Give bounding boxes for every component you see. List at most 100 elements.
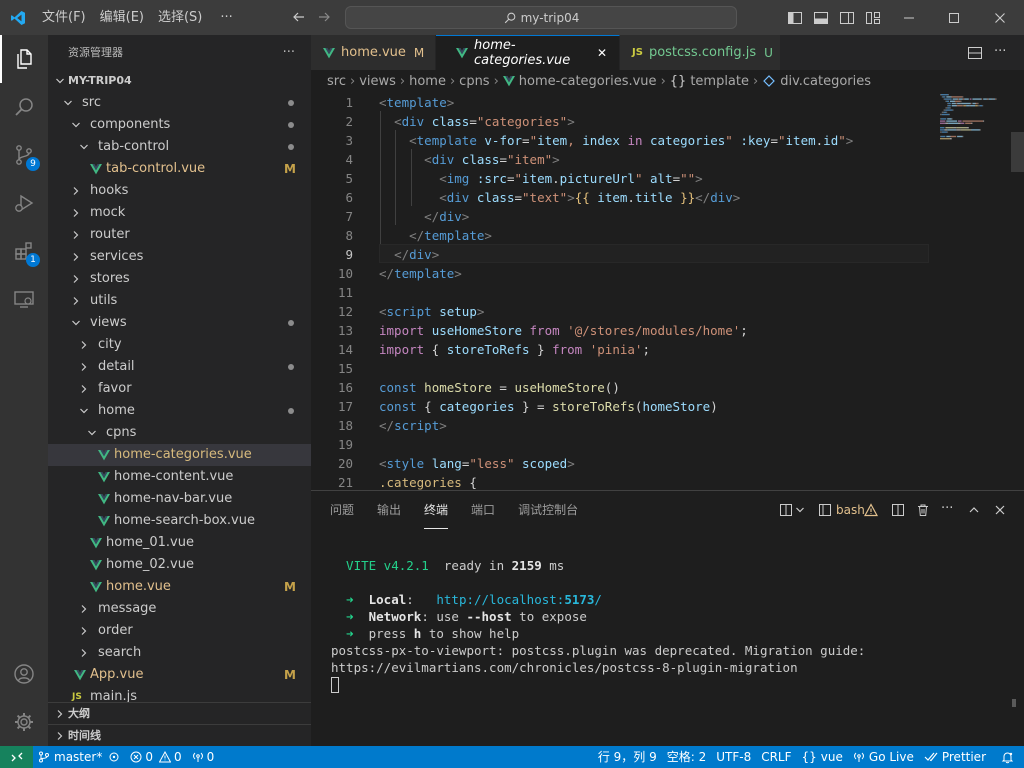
tab-home-categories-vue[interactable]: home-categories.vue ✕ <box>436 35 620 70</box>
cursor-position[interactable]: 行 9，列 9 <box>593 746 662 768</box>
tree-file[interactable]: home_02.vue <box>48 554 311 576</box>
trash-icon[interactable] <box>916 503 930 517</box>
maximize-panel-icon[interactable] <box>968 504 980 516</box>
tree-file[interactable]: home-search-box.vue <box>48 510 311 532</box>
breadcrumb-item[interactable]: views <box>359 74 396 89</box>
close-icon[interactable]: ✕ <box>597 46 607 60</box>
problems-indicator[interactable]: 0 0 <box>125 746 186 768</box>
tab-ports[interactable]: 端口 <box>471 491 495 529</box>
toggle-secondary-sidebar-icon[interactable] <box>839 10 855 26</box>
breadcrumb-item[interactable]: cpns <box>459 74 489 89</box>
minimap[interactable] <box>936 92 1016 222</box>
tree-folder[interactable]: tab-control <box>48 136 311 158</box>
new-terminal-layout-icon[interactable] <box>779 503 793 517</box>
tree-folder[interactable]: hooks <box>48 180 311 202</box>
breadcrumb-item[interactable]: src <box>327 74 346 89</box>
menu-file[interactable]: 文件(F) <box>35 0 93 35</box>
split-editor-icon[interactable] <box>967 45 983 61</box>
minimap-token <box>951 102 956 105</box>
panel-more-button[interactable]: ··· <box>941 501 953 516</box>
menu-selection[interactable]: 选择(S) <box>151 0 209 35</box>
tree-file[interactable]: home-nav-bar.vue <box>48 488 311 510</box>
back-arrow-icon[interactable] <box>291 9 307 25</box>
notifications-button[interactable] <box>991 746 1024 768</box>
tree-folder[interactable]: utils <box>48 290 311 312</box>
tab-home-vue[interactable]: home.vue M <box>311 35 436 70</box>
forward-arrow-icon[interactable] <box>316 9 332 25</box>
outline-section[interactable]: 大纲 <box>48 702 311 724</box>
tree-folder[interactable]: router <box>48 224 311 246</box>
tree-folder[interactable]: detail <box>48 356 311 378</box>
tree-folder[interactable]: message <box>48 598 311 620</box>
remote-explorer-button[interactable] <box>0 275 48 323</box>
tree-folder[interactable]: cpns <box>48 422 311 444</box>
close-panel-icon[interactable] <box>994 504 1006 516</box>
minimize-icon[interactable] <box>901 10 917 26</box>
command-center-search[interactable]: my-trip04 <box>345 6 737 29</box>
tab-debug-console[interactable]: 调试控制台 <box>518 491 578 529</box>
toggle-panel-icon[interactable] <box>813 10 829 26</box>
tree-folder[interactable]: services <box>48 246 311 268</box>
close-window-icon[interactable] <box>992 10 1008 26</box>
terminal-shell-name[interactable]: bash <box>836 503 865 517</box>
tree-folder[interactable]: stores <box>48 268 311 290</box>
menu-more[interactable]: ··· <box>213 0 239 35</box>
breadcrumb-item[interactable]: div.categories <box>780 74 871 89</box>
tree-folder[interactable]: order <box>48 620 311 642</box>
branch-indicator[interactable]: master* <box>33 746 125 768</box>
tree-folder[interactable]: components <box>48 114 311 136</box>
manage-button[interactable] <box>0 698 48 746</box>
source-control-button[interactable]: 9 <box>0 131 48 179</box>
search-view-button[interactable] <box>0 83 48 131</box>
ports-indicator[interactable]: 0 <box>187 746 220 768</box>
explorer-button[interactable] <box>0 35 48 83</box>
tree-folder[interactable]: views <box>48 312 311 334</box>
tree-file[interactable]: home_01.vue <box>48 532 311 554</box>
editor-scrollbar[interactable] <box>1011 132 1024 172</box>
breadcrumb-item[interactable]: template <box>690 74 749 89</box>
run-debug-button[interactable] <box>0 179 48 227</box>
tree-folder[interactable]: search <box>48 642 311 664</box>
breadcrumb-item[interactable]: home <box>409 74 446 89</box>
tree-folder[interactable]: favor <box>48 378 311 400</box>
language-mode[interactable]: {} vue <box>797 746 848 768</box>
tree-file[interactable]: home.vue M <box>48 576 311 598</box>
menu-edit[interactable]: 编辑(E) <box>93 0 151 35</box>
chevron-down-icon[interactable] <box>795 505 805 515</box>
accounts-button[interactable] <box>0 650 48 698</box>
tab-terminal[interactable]: 终端 <box>424 491 449 529</box>
encoding[interactable]: UTF-8 <box>711 746 756 768</box>
extensions-button[interactable]: 1 <box>0 227 48 275</box>
customize-layout-icon[interactable] <box>865 10 881 26</box>
tree-folder[interactable]: city <box>48 334 311 356</box>
title-bar: 文件(F) 编辑(E) 选择(S) ··· my-trip04 <box>0 0 1024 35</box>
tree-file[interactable]: home-content.vue <box>48 466 311 488</box>
tree-folder[interactable]: home <box>48 400 311 422</box>
tab-output[interactable]: 输出 <box>377 491 401 529</box>
maximize-icon[interactable] <box>946 10 962 26</box>
run-debug-icon <box>12 191 36 215</box>
indentation[interactable]: 空格: 2 <box>662 746 712 768</box>
tab-postcss-config-js[interactable]: JS postcss.config.js U <box>620 35 781 70</box>
tab-problems[interactable]: 问题 <box>330 491 354 529</box>
project-header[interactable]: MY-TRIP04 <box>48 70 311 92</box>
explorer-more-button[interactable]: ··· <box>283 35 295 70</box>
go-live-button[interactable]: Go Live <box>848 746 919 768</box>
tree-folder[interactable]: mock <box>48 202 311 224</box>
tree-file[interactable]: App.vue M <box>48 664 311 686</box>
prettier-indicator[interactable]: Prettier <box>919 746 991 768</box>
breadcrumb-item[interactable]: home-categories.vue <box>519 74 657 89</box>
command-center-label: my-trip04 <box>520 10 580 25</box>
code-editor[interactable]: 1 2 3 4 5 6 7 8 9 10 11 12 13 14 15 16 17 18 19 20 21 <templ… <box>311 92 1024 490</box>
tree-folder[interactable]: src <box>48 92 311 114</box>
end-of-line[interactable]: CRLF <box>756 746 796 768</box>
remote-indicator[interactable] <box>0 746 33 768</box>
split-terminal-icon[interactable] <box>891 503 905 517</box>
tree-item-label: src <box>82 95 101 110</box>
tree-file[interactable]: tab-control.vue M <box>48 158 311 180</box>
toggle-primary-sidebar-icon[interactable] <box>787 10 803 26</box>
timeline-section[interactable]: 时间线 <box>48 724 311 746</box>
editor-more-button[interactable]: ··· <box>994 44 1006 59</box>
tree-file[interactable]: home-categories.vue <box>48 444 311 466</box>
terminal-scrollbar[interactable] <box>1012 699 1016 707</box>
